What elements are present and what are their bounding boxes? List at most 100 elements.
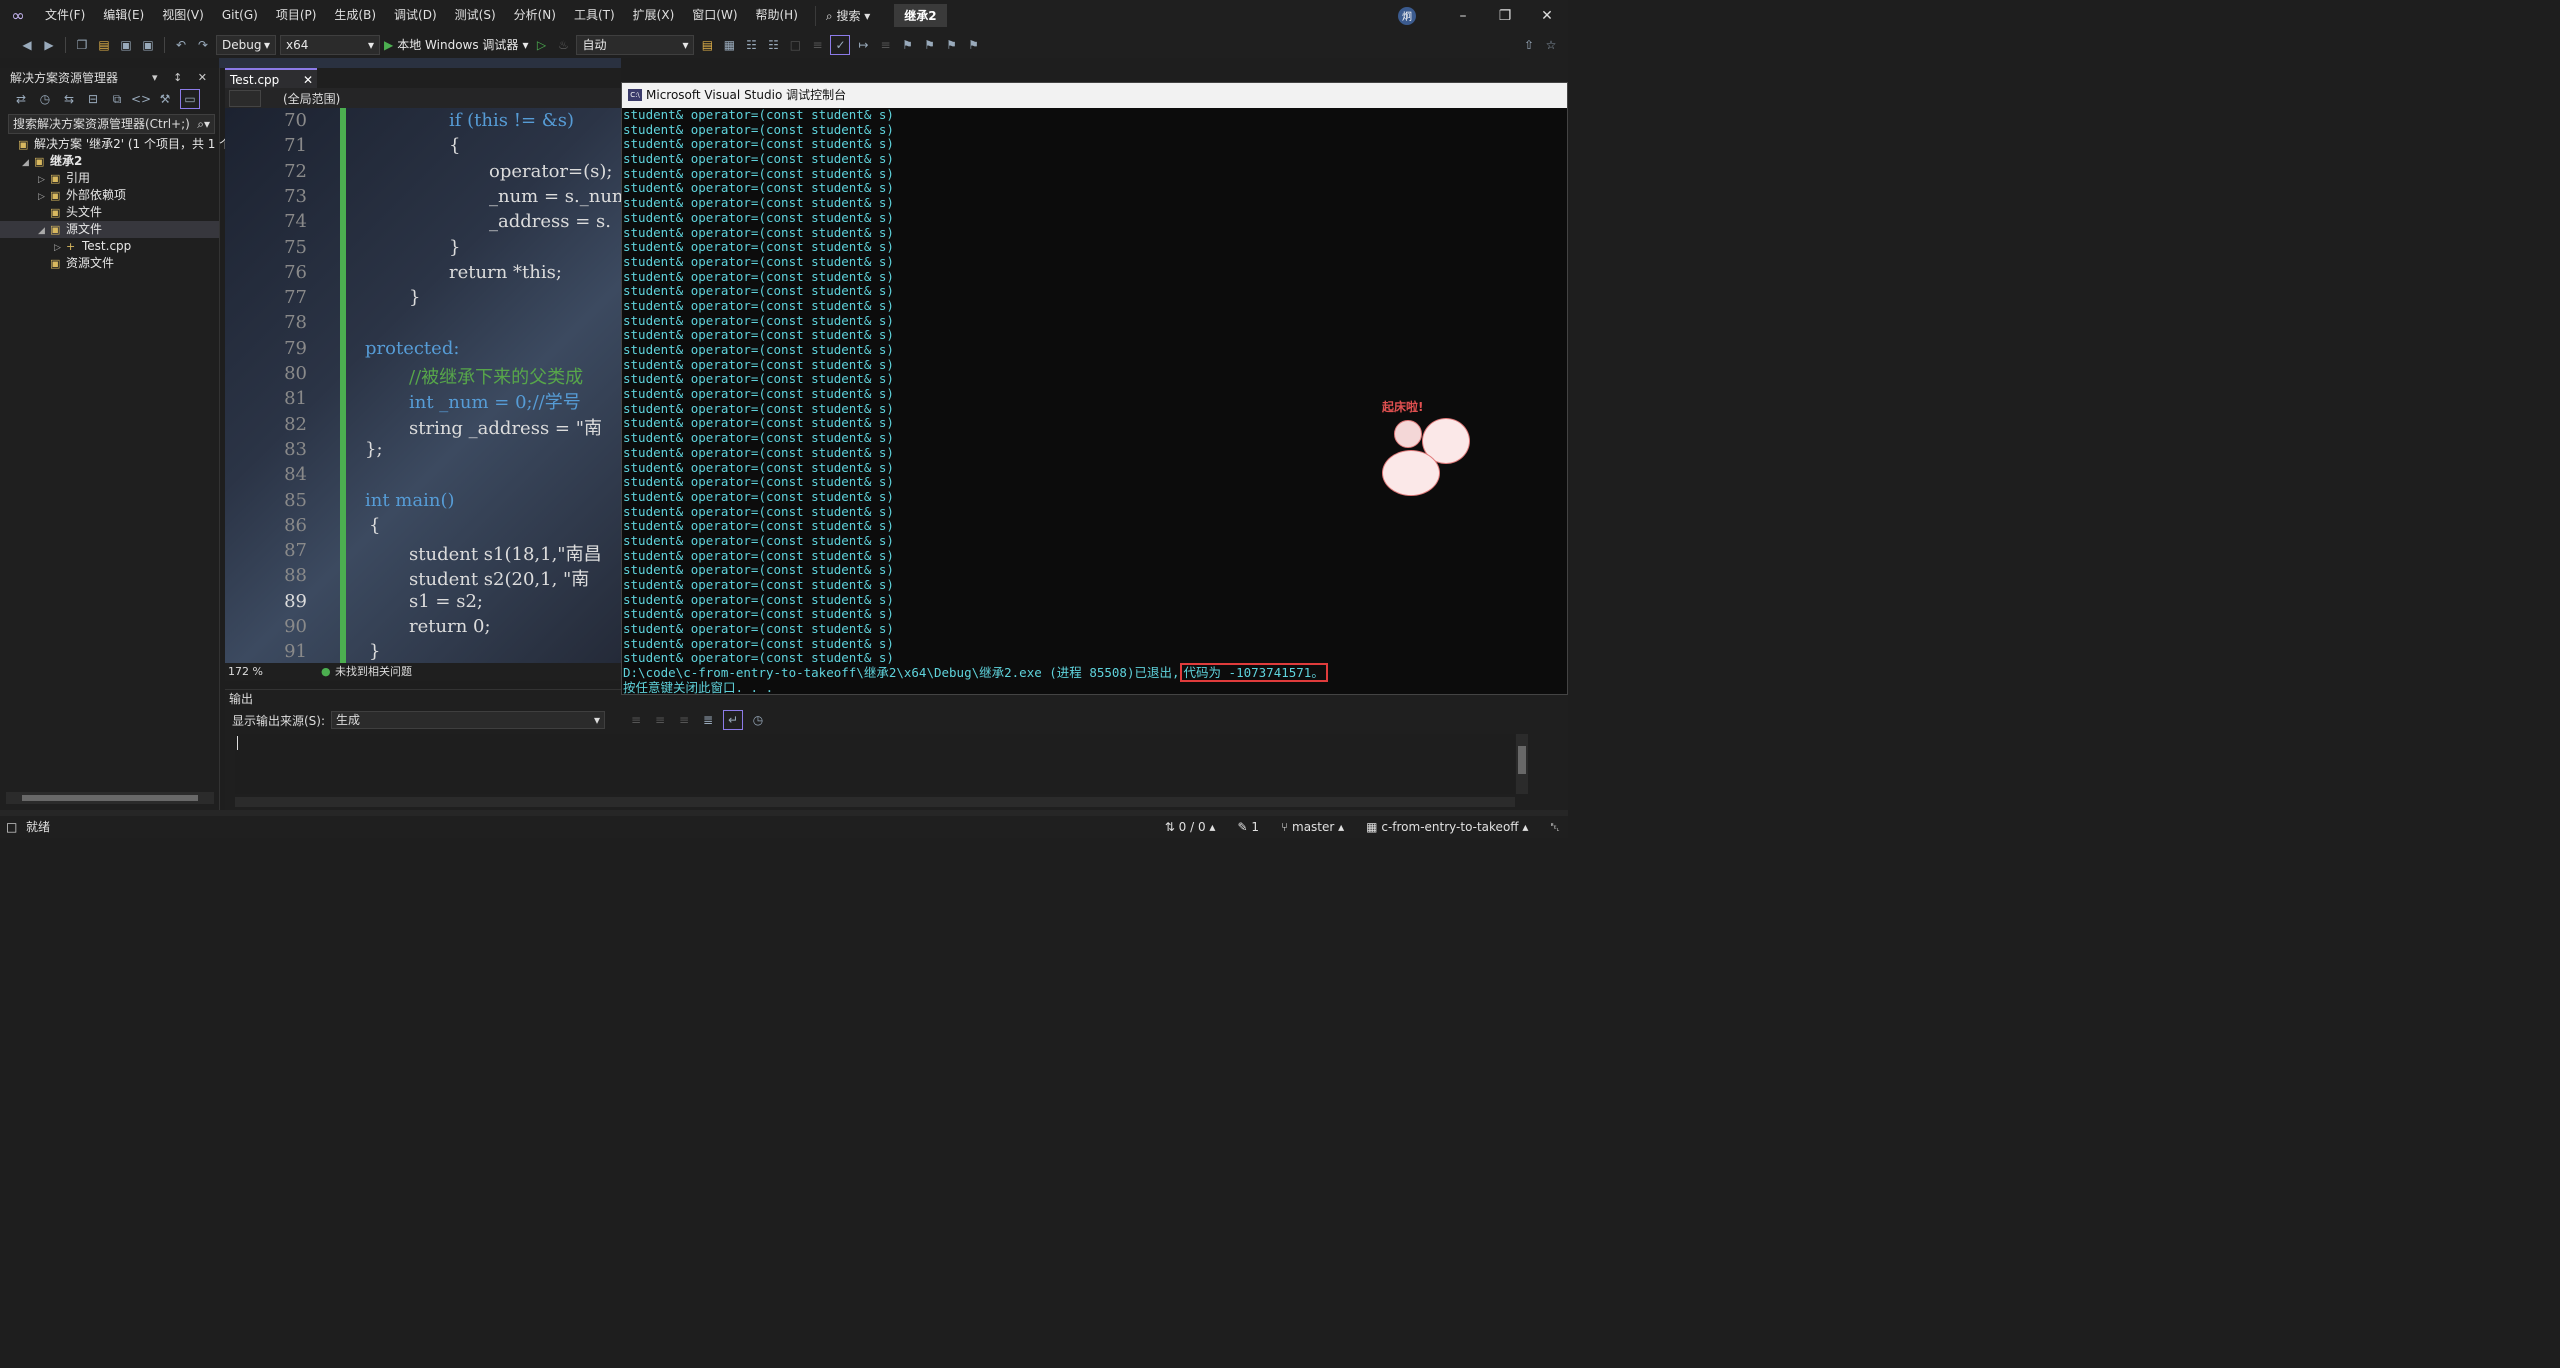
tree-item[interactable]: ▣ 资源文件 [0, 255, 219, 272]
menu-item-6[interactable]: 调试(D) [385, 0, 446, 31]
search-icon: ⌕▾ [197, 117, 210, 131]
menu-item-5[interactable]: 生成(B) [325, 0, 385, 31]
tree-item[interactable]: ▷ + Test.cpp [0, 238, 219, 255]
code-editor[interactable]: 70 71 72 73 74 75 76 77 78 79 80 81 82 83 84 85 86 87 88 89… [225, 108, 621, 663]
menu-item-7[interactable]: 测试(S) [446, 0, 505, 31]
show-all-icon[interactable]: ⧉ [108, 90, 126, 108]
tree-item[interactable]: ◢ ▣ 源文件 [0, 221, 219, 238]
properties-icon[interactable]: ⚒ [156, 90, 174, 108]
menu-item-11[interactable]: 窗口(W) [683, 0, 746, 31]
sync-icon[interactable]: ⇆ [60, 90, 78, 108]
platform-combo[interactable]: x64 ▾ [280, 34, 380, 55]
line-number: 71 [284, 135, 307, 157]
tree-item[interactable]: ▷ ▣ 外部依赖项 [0, 187, 219, 204]
layout-icon[interactable]: ▦ [720, 36, 738, 54]
clear-all-icon[interactable]: ≣ [699, 711, 717, 729]
notifications-icon[interactable]: ␇ [1550, 816, 1560, 838]
breakpoint-all-icon[interactable]: ☷ [764, 36, 782, 54]
horizontal-scrollbar[interactable] [6, 792, 214, 804]
start-debug-button[interactable]: ▶ 本地 Windows 调试器 ▾ [384, 36, 528, 53]
close-icon[interactable]: ✕ [1526, 8, 1568, 24]
change-bar [340, 108, 346, 663]
console-output[interactable]: student& operator=(const student& s) stud… [622, 108, 1567, 694]
solution-search-input[interactable]: 搜索解决方案资源管理器(Ctrl+;) ⌕▾ [8, 114, 215, 134]
open-folder-icon[interactable]: ▤ [95, 36, 113, 54]
config-combo[interactable]: Debug ▾ [216, 34, 276, 55]
collapse-icon[interactable]: ⊟ [84, 90, 102, 108]
feedback-icon[interactable]: ☆ [1542, 36, 1560, 54]
start-without-debug-icon[interactable]: ▷ [532, 36, 550, 54]
branch-status[interactable]: ⑂ master ▴ [1281, 816, 1344, 838]
vertical-scrollbar[interactable] [1516, 734, 1528, 794]
redo-icon[interactable]: ↷ [194, 36, 212, 54]
output-text[interactable] [235, 734, 1515, 794]
spell-check-icon[interactable]: ✓ [830, 34, 851, 55]
tree-item[interactable]: ▣ 头文件 [0, 204, 219, 221]
sync-status[interactable]: ⇅ 0 / 0 ▴ [1165, 816, 1216, 838]
project-combo[interactable] [229, 90, 261, 107]
menu-item-1[interactable]: 编辑(E) [94, 0, 153, 31]
play-icon: ▶ [384, 37, 394, 52]
bookmark-prev-icon[interactable]: ⚑ [920, 36, 938, 54]
code-line: student s2(20,1, "南 [409, 569, 590, 591]
folder-icon[interactable]: ▤ [698, 36, 716, 54]
share-icon[interactable]: ⇧ [1520, 36, 1538, 54]
edits-status[interactable]: ✎ 1 [1237, 816, 1259, 838]
close-tab-icon[interactable]: ✕ [303, 70, 313, 90]
auto-combo[interactable]: 自动 ▾ [576, 34, 695, 55]
save-icon[interactable]: ▣ [117, 36, 135, 54]
console-line: student& operator=(const student& s) [623, 239, 894, 255]
horizontal-scrollbar[interactable] [235, 797, 1515, 807]
step-icon[interactable]: ↦ [854, 36, 872, 54]
menu-item-12[interactable]: 帮助(H) [747, 0, 807, 31]
menu-item-2[interactable]: 视图(V) [153, 0, 213, 31]
new-project-icon[interactable]: ❐ [73, 36, 91, 54]
menu-item-8[interactable]: 分析(N) [505, 0, 565, 31]
console-titlebar[interactable]: C:\ Microsoft Visual Studio 调试控制台 [622, 83, 1567, 108]
switch-views-icon[interactable]: ⇄ [12, 90, 30, 108]
tree-item[interactable]: ◢ ▣ 继承2 [0, 153, 219, 170]
menu-item-9[interactable]: 工具(T) [565, 0, 624, 31]
restore-icon[interactable]: ❐ [1484, 8, 1526, 24]
tree-item[interactable]: ▷ ▣ 引用 [0, 170, 219, 187]
menu-item-0[interactable]: 文件(F) [36, 0, 94, 31]
word-wrap-icon[interactable]: ↵ [723, 710, 744, 730]
back-icon[interactable]: ◀ [18, 36, 36, 54]
bookmark-clear-icon[interactable]: ⚑ [964, 36, 982, 54]
zoom-level[interactable]: 172 % [228, 663, 263, 681]
save-all-icon[interactable]: ▣ [139, 36, 157, 54]
sticker-face-icon [1394, 420, 1422, 448]
hot-reload-icon[interactable]: ♨ [554, 36, 572, 54]
code-line: string _address = "南 [409, 417, 602, 439]
tree-item-label: 继承2 [50, 154, 83, 168]
menu-item-10[interactable]: 扩展(X) [624, 0, 684, 31]
scrollbar-thumb[interactable] [22, 795, 198, 801]
code-icon[interactable]: <> [131, 90, 151, 108]
exit-code-highlight: 代码为 -1073741571。 [1179, 663, 1328, 683]
search-button[interactable]: ⌕ 搜索 ▾ [814, 5, 880, 26]
bookmark-next-icon[interactable]: ⚑ [942, 36, 960, 54]
tab-test-cpp[interactable]: Test.cpp ✕ [225, 68, 317, 88]
minimize-icon[interactable]: – [1442, 8, 1484, 24]
output-source-combo[interactable]: 生成 ▾ [331, 711, 606, 729]
undo-icon[interactable]: ↶ [172, 36, 190, 54]
avatar[interactable]: 炯 [1398, 6, 1416, 25]
debug-console-window[interactable]: C:\ Microsoft Visual Studio 调试控制台 studen… [621, 82, 1568, 695]
scope-label[interactable]: (全局范围) [283, 90, 340, 107]
menu-item-3[interactable]: Git(G) [213, 0, 267, 31]
menu-item-4[interactable]: 项目(P) [267, 0, 326, 31]
clock-icon[interactable]: ◷ [749, 711, 767, 729]
bookmark-icon[interactable]: ⚑ [898, 36, 916, 54]
history-icon[interactable]: ◷ [36, 90, 54, 108]
tree-item[interactable]: ▣ 解决方案 '继承2' (1 个项目，共 1 个) [0, 136, 236, 153]
line-number: 78 [284, 312, 307, 334]
forward-icon[interactable]: ▶ [40, 36, 58, 54]
preview-icon[interactable]: ▭ [180, 89, 200, 109]
repo-status[interactable]: ▦ c-from-entry-to-takeoff ▴ [1366, 816, 1528, 838]
console-line: student& operator=(const student& s) [623, 547, 894, 563]
code-line: _address = s. [489, 211, 611, 233]
breakpoint-icon[interactable]: ☷ [742, 36, 760, 54]
scrollbar-thumb[interactable] [1518, 746, 1526, 774]
issues-label[interactable]: 未找到相关问题 [335, 663, 412, 681]
pane-controls[interactable]: ▾ ↕ ✕ [152, 68, 213, 88]
